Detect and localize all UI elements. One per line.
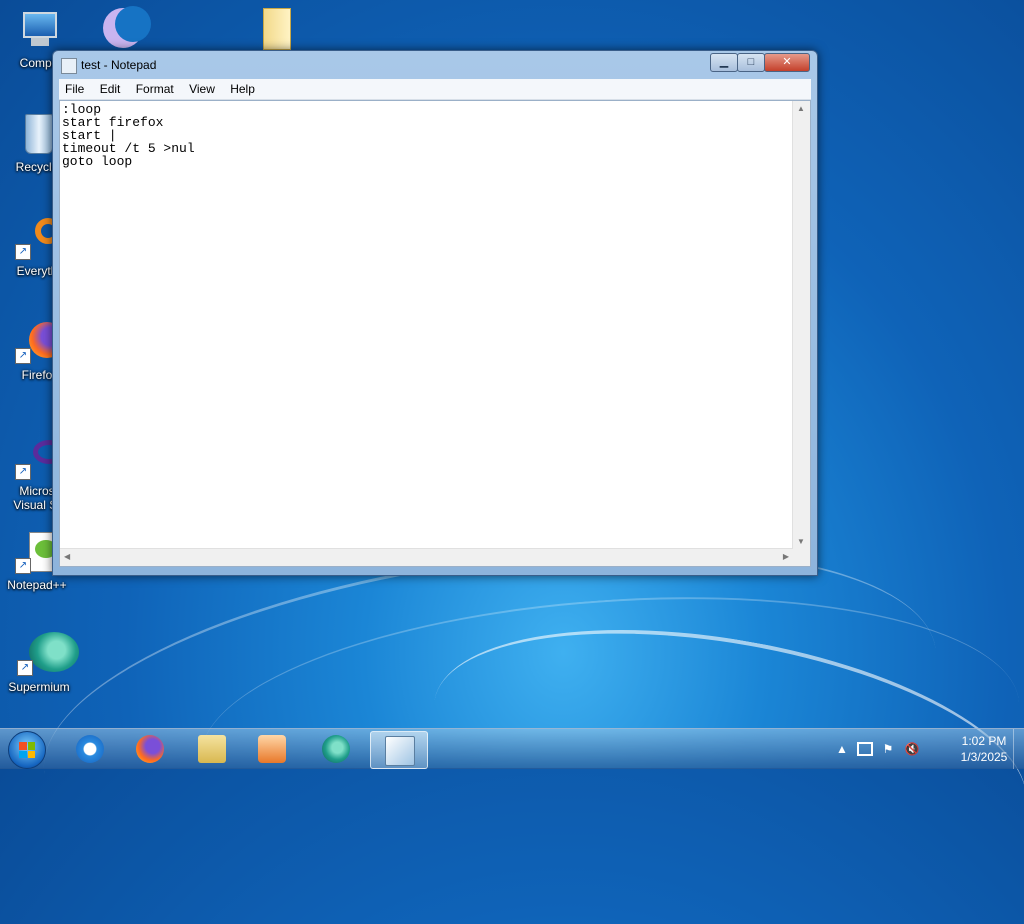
taskbar-media-player[interactable] <box>244 731 300 767</box>
clock-time: 1:02 PM <box>961 734 1007 748</box>
media-player-icon <box>258 735 286 763</box>
internet-explorer-icon <box>76 735 104 763</box>
computer-icon <box>17 8 61 52</box>
notepad-window[interactable]: test - Notepad ▁ □ ✕ File Edit Format Vi… <box>52 50 818 576</box>
scroll-right-icon[interactable]: ▶ <box>783 552 789 561</box>
menu-file[interactable]: File <box>59 79 90 96</box>
action-center-flag-icon[interactable]: ⚑ <box>880 741 896 757</box>
minimize-button[interactable]: ▁ <box>710 53 738 72</box>
desktop-icon-supermium[interactable]: ↗ Supermium <box>2 632 79 694</box>
shortcut-arrow-icon: ↗ <box>17 660 33 676</box>
vertical-scrollbar[interactable]: ▲ ▼ <box>792 101 810 549</box>
taskbar: ▲ ⚑ 🔇 1:02 PM 1/3/2025 <box>0 728 1024 769</box>
notepad-icon <box>385 736 415 766</box>
desktop-icon-label: Supermium <box>8 680 70 694</box>
volume-muted-icon[interactable]: 🔇 <box>904 741 920 757</box>
horizontal-scrollbar[interactable]: ◀ ▶ <box>60 548 793 566</box>
desktop-icon-folder[interactable] <box>232 6 306 54</box>
taskbar-firefox[interactable] <box>122 731 178 767</box>
supermium-icon <box>322 735 350 763</box>
text-content[interactable]: :loop start firefox start | timeout /t 5… <box>62 103 792 548</box>
shortcut-arrow-icon: ↗ <box>15 348 31 364</box>
menu-bar: File Edit Format View Help <box>59 79 811 100</box>
clock-date: 1/3/2025 <box>960 750 1008 764</box>
menu-help[interactable]: Help <box>224 79 261 96</box>
scroll-down-icon[interactable]: ▼ <box>797 537 805 546</box>
supermium-icon: ↗ <box>17 632 79 676</box>
scroll-left-icon[interactable]: ◀ <box>64 552 70 561</box>
desktop-icon-label: Notepad++ <box>7 578 67 592</box>
folder-icon <box>247 6 291 50</box>
system-tray: ▲ ⚑ 🔇 1:02 PM 1/3/2025 <box>834 729 1024 769</box>
window-title: test - Notepad <box>81 58 157 72</box>
taskbar-internet-explorer[interactable] <box>62 731 118 767</box>
scroll-up-icon[interactable]: ▲ <box>797 104 805 113</box>
taskbar-notepad[interactable] <box>370 731 428 769</box>
moon-app-icon <box>95 6 151 50</box>
shortcut-arrow-icon: ↗ <box>15 244 31 260</box>
editor-area[interactable]: :loop start firefox start | timeout /t 5… <box>59 100 811 567</box>
file-explorer-icon <box>198 735 226 763</box>
start-button[interactable] <box>8 731 46 769</box>
close-button[interactable]: ✕ <box>764 53 810 72</box>
menu-format[interactable]: Format <box>130 79 180 96</box>
scrollbar-corner <box>793 549 810 566</box>
menu-edit[interactable]: Edit <box>94 79 127 96</box>
taskbar-supermium[interactable] <box>308 731 364 767</box>
notepad-icon <box>61 58 77 74</box>
taskbar-file-explorer[interactable] <box>184 731 240 767</box>
firefox-icon <box>136 735 164 763</box>
show-desktop-button[interactable] <box>1013 729 1024 769</box>
menu-view[interactable]: View <box>183 79 221 96</box>
clock[interactable]: 1:02 PM 1/3/2025 <box>954 733 1014 765</box>
maximize-button[interactable]: □ <box>737 53 765 72</box>
title-bar[interactable]: test - Notepad ▁ □ ✕ <box>53 51 817 79</box>
desktop-icon-moon-app[interactable] <box>80 6 154 54</box>
windows-logo-icon <box>19 742 35 758</box>
shortcut-arrow-icon: ↗ <box>15 558 31 574</box>
shortcut-arrow-icon: ↗ <box>15 464 31 480</box>
tray-overflow-icon[interactable]: ▲ <box>834 741 850 757</box>
network-icon[interactable] <box>856 741 873 757</box>
